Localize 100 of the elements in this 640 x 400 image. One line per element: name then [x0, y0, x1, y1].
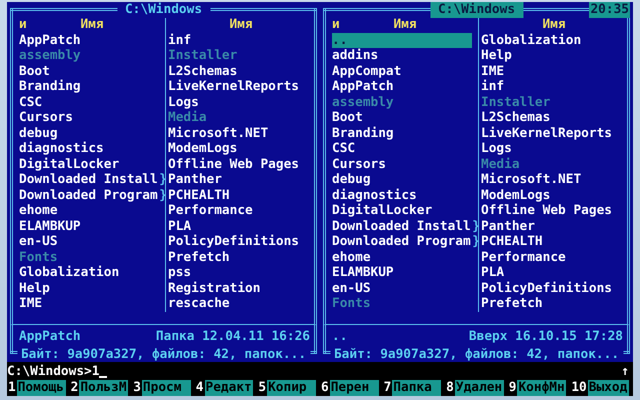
file-row[interactable]: Logs [481, 141, 627, 156]
file-row[interactable]: L2Schemas [168, 64, 314, 79]
command-input[interactable]: C:\Windows>1 [7, 364, 100, 380]
file-row[interactable]: L2Schemas [481, 110, 627, 126]
file-row[interactable]: ModemLogs [481, 188, 627, 203]
file-row[interactable]: ehome [332, 250, 478, 265]
column-header[interactable]: Имя [80, 17, 104, 32]
function-key[interactable]: Перен [330, 380, 379, 396]
file-row[interactable]: Downloaded Install} [332, 218, 478, 234]
file-row[interactable]: PolicyDefinitions [481, 280, 627, 296]
file-row[interactable]: debug [332, 172, 478, 188]
file-row[interactable]: PolicyDefinitions [168, 234, 314, 250]
file-row[interactable]: Globalization [481, 32, 627, 48]
panel-path: C:\Windows [430, 2, 524, 18]
file-row[interactable]: Prefetch [481, 296, 627, 312]
function-key[interactable]: Удален [454, 380, 504, 396]
file-row[interactable]: Cursors [19, 110, 165, 126]
file-row[interactable]: PLA [481, 265, 627, 280]
file-row[interactable]: LiveKernelReports [168, 79, 314, 94]
column-header: и [19, 17, 27, 32]
file-row[interactable]: .. [332, 32, 472, 48]
file-row[interactable]: PLA [168, 218, 314, 234]
file-row[interactable]: inf [481, 79, 627, 94]
file-row[interactable]: Panther [481, 218, 627, 234]
file-row[interactable]: assembly [19, 48, 165, 64]
file-row[interactable]: PCHEALTH [481, 234, 627, 250]
file-row[interactable]: Help [19, 280, 165, 296]
key-number: 4 [194, 380, 204, 396]
function-key[interactable]: Папка [392, 380, 442, 396]
file-row[interactable]: Boot [19, 64, 165, 79]
file-row[interactable]: DigitalLocker [19, 156, 165, 172]
function-key[interactable]: Копир [267, 380, 316, 396]
function-key[interactable]: Просм [142, 380, 191, 396]
key-number: 1 [7, 380, 17, 396]
file-row[interactable]: Downloaded Program} [19, 188, 165, 203]
file-row[interactable]: AppPatch [19, 32, 165, 48]
overflow-mark: } [472, 218, 480, 234]
column-header[interactable]: Имя [542, 17, 566, 32]
file-row[interactable]: diagnostics [332, 188, 478, 203]
column-header[interactable]: Имя [393, 17, 417, 32]
clock: 20:35 [589, 2, 630, 18]
file-row[interactable]: Cursors [332, 156, 478, 172]
function-key[interactable]: Редакт [204, 380, 254, 396]
file-row[interactable]: addins [332, 48, 478, 64]
file-row[interactable]: Downloaded Program} [332, 234, 478, 250]
key-number: 10 [570, 380, 588, 396]
function-key[interactable]: ПользМ [79, 380, 128, 396]
file-row[interactable]: Panther [168, 172, 314, 188]
file-row[interactable]: Performance [168, 203, 314, 218]
overflow-mark: } [159, 188, 167, 203]
file-details: Папка 12.04.11 16:26 [156, 328, 310, 344]
file-row[interactable]: Registration [168, 280, 314, 296]
file-row[interactable]: Branding [332, 126, 478, 141]
file-row[interactable]: Logs [168, 94, 314, 110]
file-row[interactable]: ModemLogs [168, 141, 314, 156]
file-row[interactable]: CSC [332, 141, 478, 156]
key-number: 8 [445, 380, 455, 396]
file-row[interactable]: Prefetch [168, 250, 314, 265]
file-row[interactable]: debug [19, 126, 165, 141]
file-row[interactable]: IME [19, 296, 165, 312]
file-row[interactable]: Media [168, 110, 314, 126]
file-row[interactable]: AppCompat [332, 64, 478, 79]
file-row[interactable]: Offline Web Pages [168, 156, 314, 172]
file-row[interactable]: en-US [19, 234, 165, 250]
file-row[interactable]: ELAMBKUP [19, 218, 165, 234]
file-row[interactable]: AppPatch [332, 79, 478, 94]
key-number: 2 [70, 380, 80, 396]
file-row[interactable]: Offline Web Pages [481, 203, 627, 218]
file-row[interactable]: pss [168, 265, 314, 280]
file-row[interactable]: Fonts [332, 296, 478, 312]
file-row[interactable]: ELAMBKUP [332, 265, 478, 280]
file-row[interactable]: Downloaded Install} [19, 172, 165, 188]
function-key[interactable]: Выход [588, 380, 629, 396]
file-row[interactable]: DigitalLocker [332, 203, 478, 218]
file-row[interactable]: LiveKernelReports [481, 126, 627, 141]
key-number: 9 [508, 380, 518, 396]
file-row[interactable]: Installer [168, 48, 314, 64]
file-row[interactable]: en-US [332, 280, 478, 296]
file-row[interactable]: Branding [19, 79, 165, 94]
function-key[interactable]: Помощь [16, 380, 66, 396]
file-row[interactable]: Installer [481, 94, 627, 110]
file-row[interactable]: rescache [168, 296, 314, 312]
file-row[interactable]: Performance [481, 250, 627, 265]
file-row[interactable]: Globalization [19, 265, 165, 280]
file-row[interactable]: Microsoft.NET [481, 172, 627, 188]
file-row[interactable]: diagnostics [19, 141, 165, 156]
file-row[interactable]: Fonts [19, 250, 165, 265]
column-header[interactable]: Имя [229, 17, 253, 32]
file-row[interactable]: inf [168, 32, 314, 48]
file-row[interactable]: Boot [332, 110, 478, 126]
file-row[interactable]: Media [481, 156, 627, 172]
file-row[interactable]: ehome [19, 203, 165, 218]
file-name: AppPatch [19, 328, 81, 344]
file-row[interactable]: Help [481, 48, 627, 64]
file-row[interactable]: IME [481, 64, 627, 79]
file-row[interactable]: Microsoft.NET [168, 126, 314, 141]
file-row[interactable]: assembly [332, 94, 478, 110]
file-row[interactable]: CSC [19, 94, 165, 110]
file-row[interactable]: PCHEALTH [168, 188, 314, 203]
function-key[interactable]: КонфМн [517, 380, 566, 396]
